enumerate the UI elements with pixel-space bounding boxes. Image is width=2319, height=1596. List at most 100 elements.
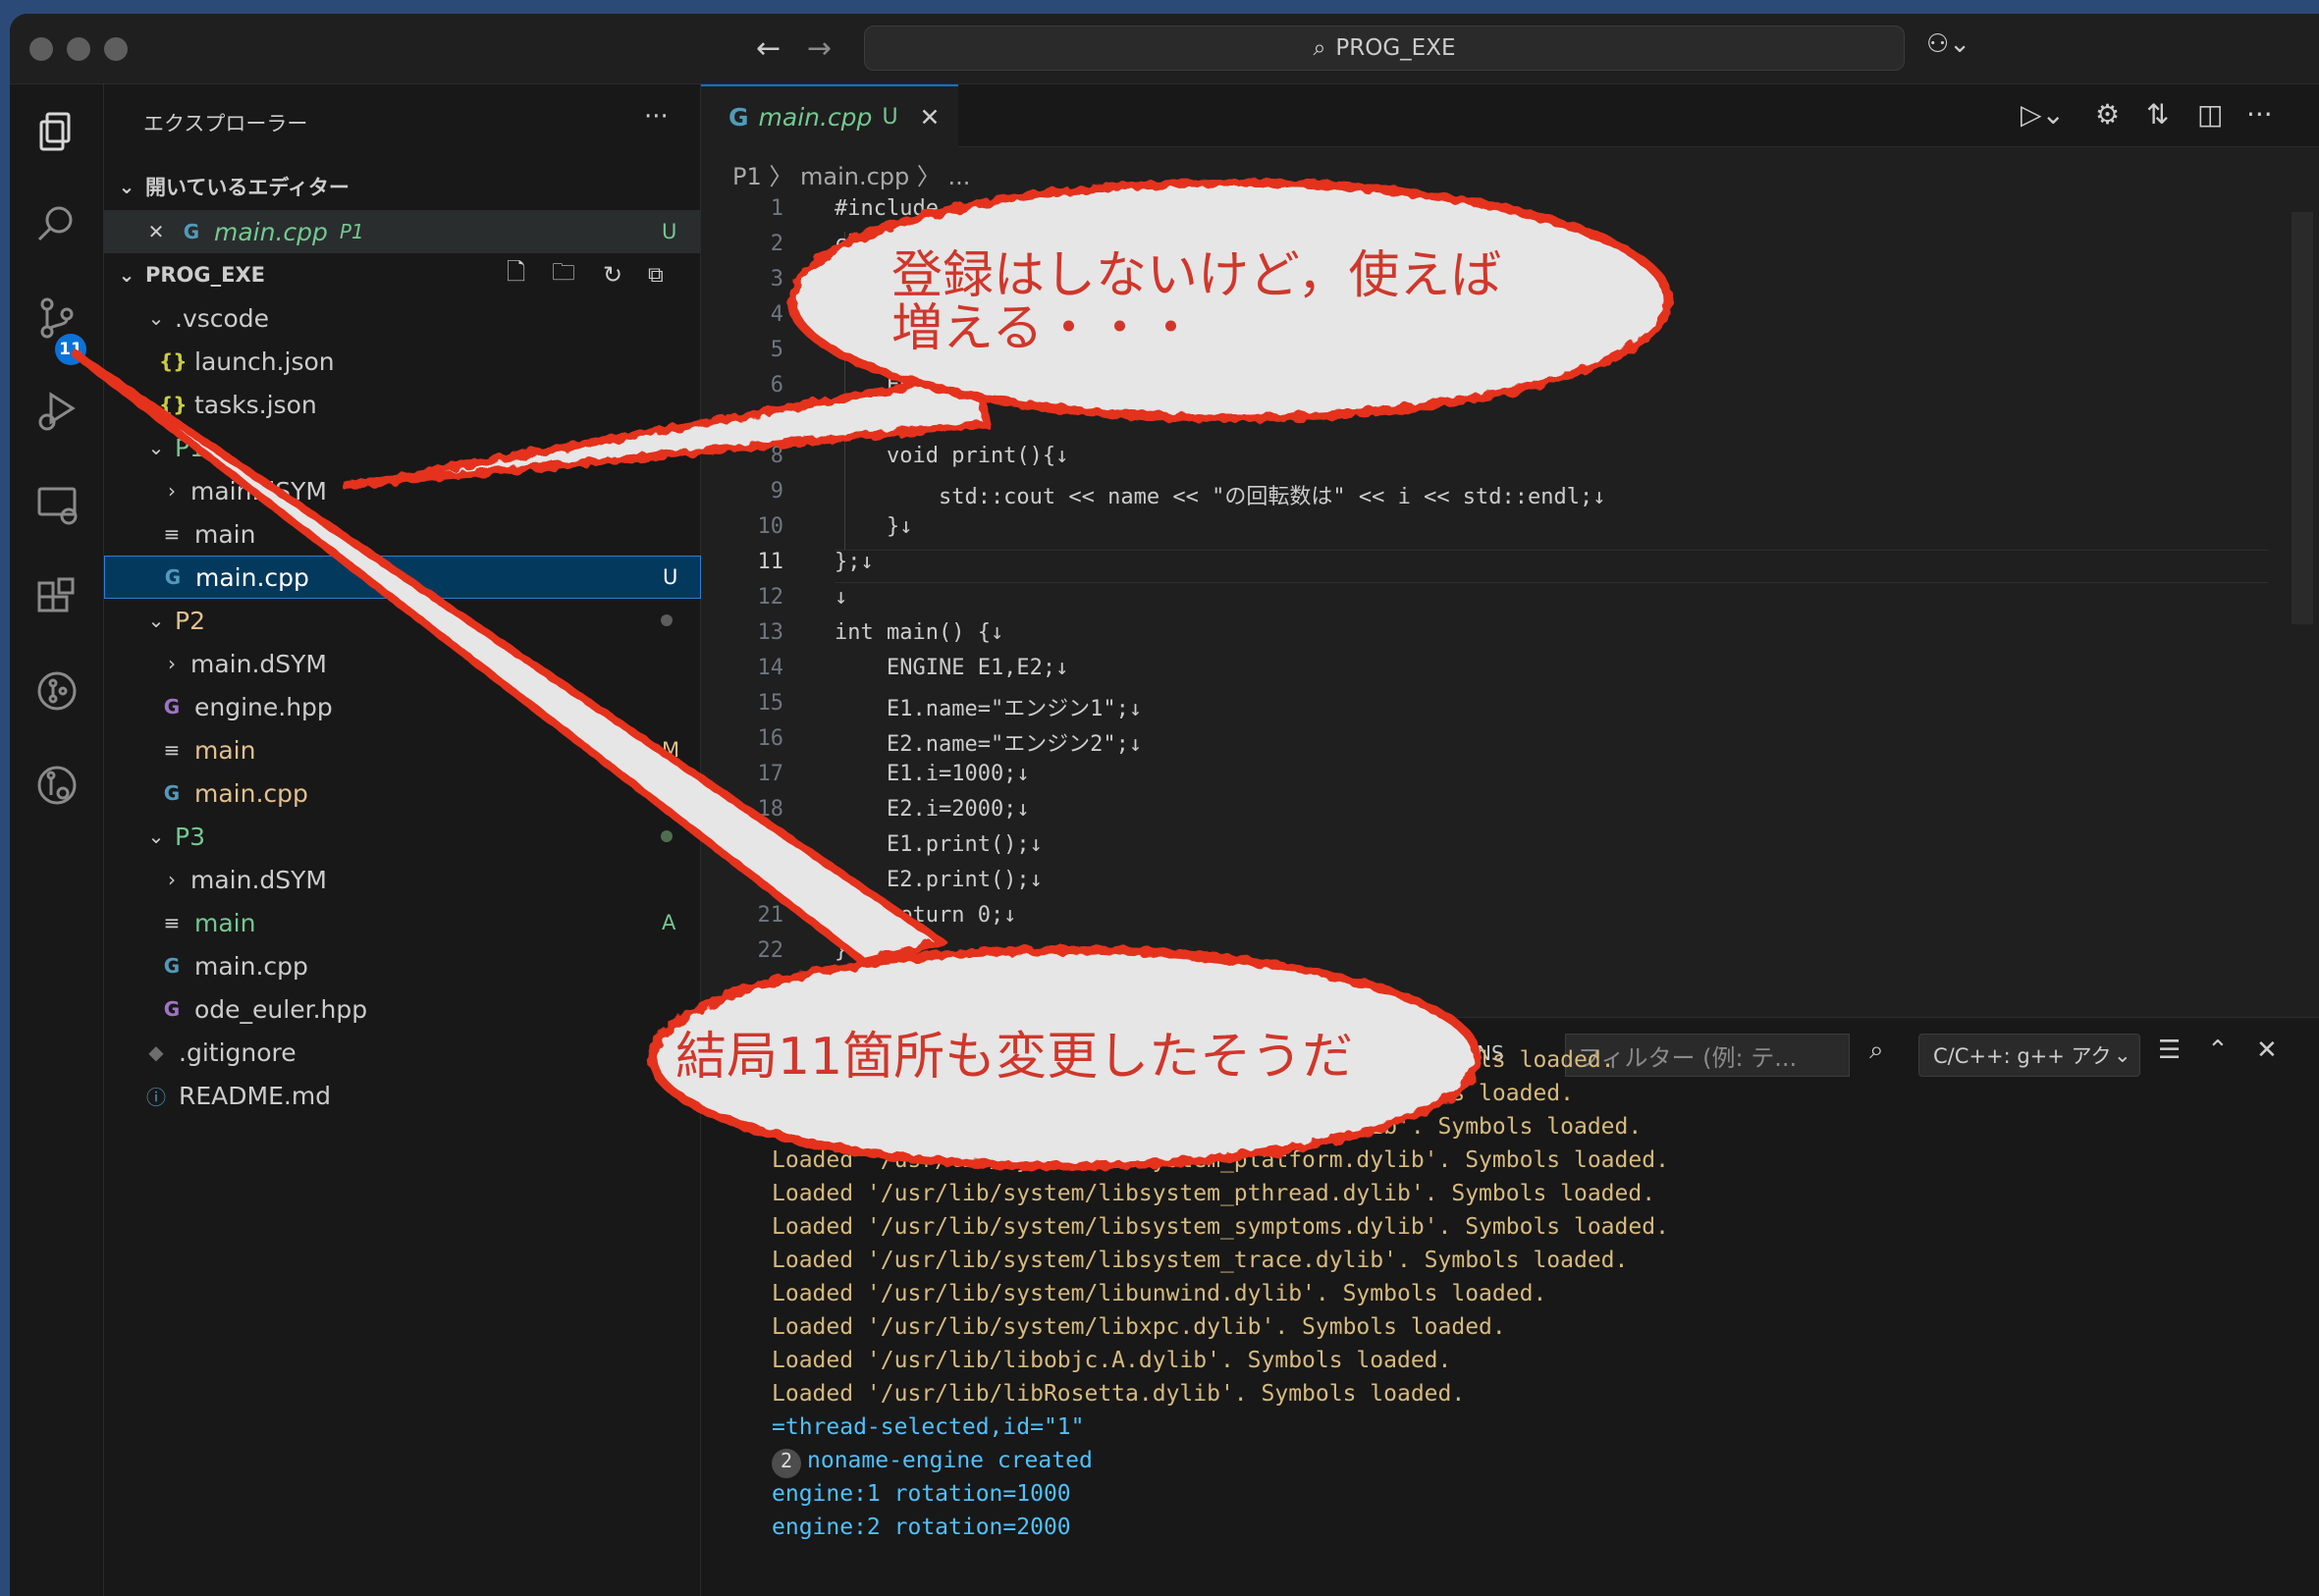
code-line[interactable]: } xyxy=(835,938,847,963)
code-line[interactable]: return 0;↓ xyxy=(835,903,1016,928)
tree-item-p2-main[interactable]: ≡ main M xyxy=(104,728,701,771)
new-file-icon[interactable]: 🗋 xyxy=(507,255,525,295)
forward-arrow-icon[interactable]: → xyxy=(807,31,832,66)
tree-item-p2[interactable]: ⌄ P2 xyxy=(104,599,701,642)
close-icon[interactable]: ✕ xyxy=(143,220,169,243)
chevron-down-icon: ⌄ xyxy=(118,263,135,287)
run-icon[interactable]: ▷⌄ xyxy=(2021,98,2065,131)
console-line: Loaded '/usr/lib/system/libsystem_trace.… xyxy=(772,1248,1628,1273)
code-line[interactable]: }↓ xyxy=(835,408,913,433)
new-folder-icon[interactable]: 🗀 xyxy=(552,255,575,295)
breadcrumb[interactable]: P1 〉 main.cpp 〉 ... xyxy=(732,157,970,191)
console-line: 2 noname-engine created xyxy=(772,1448,1093,1478)
tree-item-p1[interactable]: ⌄ P1 xyxy=(104,426,701,469)
tree-item-p1-dsym[interactable]: › main.dSYM xyxy=(104,469,701,512)
code-line[interactable]: ENGINE E1,E2;↓ xyxy=(835,656,1068,680)
gear-icon[interactable]: ⚙ xyxy=(2095,98,2120,131)
code-line[interactable]: E2.print();↓ xyxy=(835,868,1043,892)
code-line[interactable]: E2.i=2000;↓ xyxy=(835,797,1030,822)
scrollbar[interactable] xyxy=(2292,212,2313,624)
open-editor-item[interactable]: ✕ G main.cpp P1 U xyxy=(104,210,701,253)
source-control-badge: 11 xyxy=(55,334,86,365)
modified-dot xyxy=(661,614,673,626)
run-debug-icon[interactable] xyxy=(33,387,81,434)
compare-changes-icon[interactable]: ⇅ xyxy=(2146,98,2169,131)
remote-explorer-icon[interactable] xyxy=(33,481,81,528)
modified-dot xyxy=(661,830,673,842)
activity-bar: 11 xyxy=(10,84,104,1596)
more-actions-icon[interactable]: ··· xyxy=(644,102,669,132)
tree-item-label: P3 xyxy=(175,822,205,851)
tree-item-vscode[interactable]: ⌄ .vscode xyxy=(104,296,701,340)
copilot-icon[interactable]: ⚇⌄ xyxy=(1926,29,1970,59)
tree-item-p1-main[interactable]: ≡ main xyxy=(104,512,701,556)
git-status-badge: M xyxy=(662,738,680,762)
tree-item-engine-hpp[interactable]: Gengine.hpp xyxy=(104,685,701,728)
clear-output-icon[interactable]: ☰ xyxy=(2158,1036,2181,1065)
tree-item-gitignore[interactable]: ◆ .gitignore xyxy=(104,1031,701,1074)
tab-main-cpp[interactable]: G main.cpp U ✕ xyxy=(701,84,958,147)
console-text: engine:2 rotation=2000 xyxy=(772,1515,1071,1540)
console-line: engine:2 rotation=2000 xyxy=(772,1515,1071,1540)
text-file-icon: ≡ xyxy=(163,738,181,762)
command-center-search[interactable]: ⌕ PROG_EXE xyxy=(864,26,1905,71)
collapse-all-icon[interactable]: ⧉ xyxy=(648,263,664,288)
line-number: 3 xyxy=(770,267,783,292)
tree-item-p3[interactable]: ⌄ P3 xyxy=(104,815,701,858)
code-line[interactable]: std::cout << name << "の回転数は" << i << std… xyxy=(835,479,1606,510)
project-section[interactable]: ⌄ PROG_EXE 🗋 🗀 ↻ ⧉ xyxy=(104,253,701,296)
zoom-window-button[interactable] xyxy=(104,37,128,61)
tree-item-ode-euler-hpp[interactable]: Gode_euler.hpp xyxy=(104,987,701,1031)
search-label: PROG_EXE xyxy=(1335,35,1456,61)
minimize-window-button[interactable] xyxy=(67,37,90,61)
code-line[interactable]: #include xyxy=(835,196,939,221)
line-number: 2 xyxy=(770,232,783,256)
tree-item-p1-main-cpp[interactable]: Gmain.cpp U xyxy=(104,556,701,599)
tree-item-p2-dsym[interactable]: › main.dSYM xyxy=(104,642,701,685)
tree-item-p2-main-cpp[interactable]: Gmain.cpp xyxy=(104,771,701,815)
extensions-icon[interactable] xyxy=(33,575,81,622)
git-graph-icon[interactable] xyxy=(33,667,81,715)
back-arrow-icon[interactable]: ← xyxy=(756,31,781,66)
code-line[interactable]: };↓ xyxy=(835,550,874,574)
code-line[interactable]: }↓ xyxy=(835,514,913,539)
code-line[interactable]: cl xyxy=(835,232,861,256)
explorer-icon[interactable] xyxy=(33,108,81,155)
tree-item-p3-main-cpp[interactable]: Gmain.cpp xyxy=(104,944,701,987)
cpp-file-icon: G xyxy=(728,102,749,132)
code-line[interactable]: ↓ xyxy=(835,585,847,610)
split-editor-icon[interactable]: ◫ xyxy=(2197,98,2223,131)
chevron-down-icon: ⌄ xyxy=(147,609,165,632)
code-line[interactable]: E1.print();↓ xyxy=(835,832,1043,857)
search-icon[interactable]: ⌕ xyxy=(1869,1036,1884,1066)
tree-item-p3-dsym[interactable]: › main.dSYM xyxy=(104,858,701,901)
maximize-panel-icon[interactable]: ⌃ xyxy=(2207,1036,2229,1065)
search-icon[interactable] xyxy=(33,200,81,247)
code-line[interactable]: E2.name="エンジン2";↓ xyxy=(835,726,1142,758)
code-line[interactable]: E1.i=1000;↓ xyxy=(835,762,1030,786)
tree-item-readme[interactable]: ⓘ README.md xyxy=(104,1074,701,1117)
tree-item-p3-main[interactable]: ≡ main A xyxy=(104,901,701,944)
code-line[interactable]: void print(){↓ xyxy=(835,444,1068,468)
tree-item-launch-json[interactable]: {} launch.json xyxy=(104,340,701,383)
line-number: 12 xyxy=(757,585,784,610)
close-window-button[interactable] xyxy=(29,37,53,61)
line-number: 9 xyxy=(770,479,783,504)
code-line[interactable]: E1.name="エンジン1";↓ xyxy=(835,691,1142,722)
chevron-right-icon: › xyxy=(168,868,176,891)
code-line[interactable]: int main() {↓ xyxy=(835,620,1003,645)
console-text: Loaded '/usr/lib/system/libsystem_sympto… xyxy=(772,1214,1669,1240)
console-line: Loaded '/usr/lib/system/libunwind.dylib'… xyxy=(772,1281,1546,1306)
code-line[interactable]: ENGINE xyxy=(835,373,964,398)
chevron-down-icon: ⌄ xyxy=(147,306,165,330)
debug-config-select[interactable]: C/C++: g++ アク ⌄ xyxy=(1918,1034,2140,1077)
close-panel-icon[interactable]: ✕ xyxy=(2256,1036,2278,1065)
timeline-icon[interactable] xyxy=(33,762,81,809)
title-bar: ← → ⌕ PROG_EXE ⚇⌄ xyxy=(10,14,2319,84)
more-actions-icon[interactable]: ··· xyxy=(2246,98,2273,131)
tree-item-label: README.md xyxy=(179,1081,332,1110)
open-editors-section[interactable]: ⌄ 開いているエディター xyxy=(104,165,701,208)
refresh-icon[interactable]: ↻ xyxy=(603,261,622,289)
close-icon[interactable]: ✕ xyxy=(920,103,941,132)
tree-item-tasks-json[interactable]: {} tasks.json xyxy=(104,383,701,426)
